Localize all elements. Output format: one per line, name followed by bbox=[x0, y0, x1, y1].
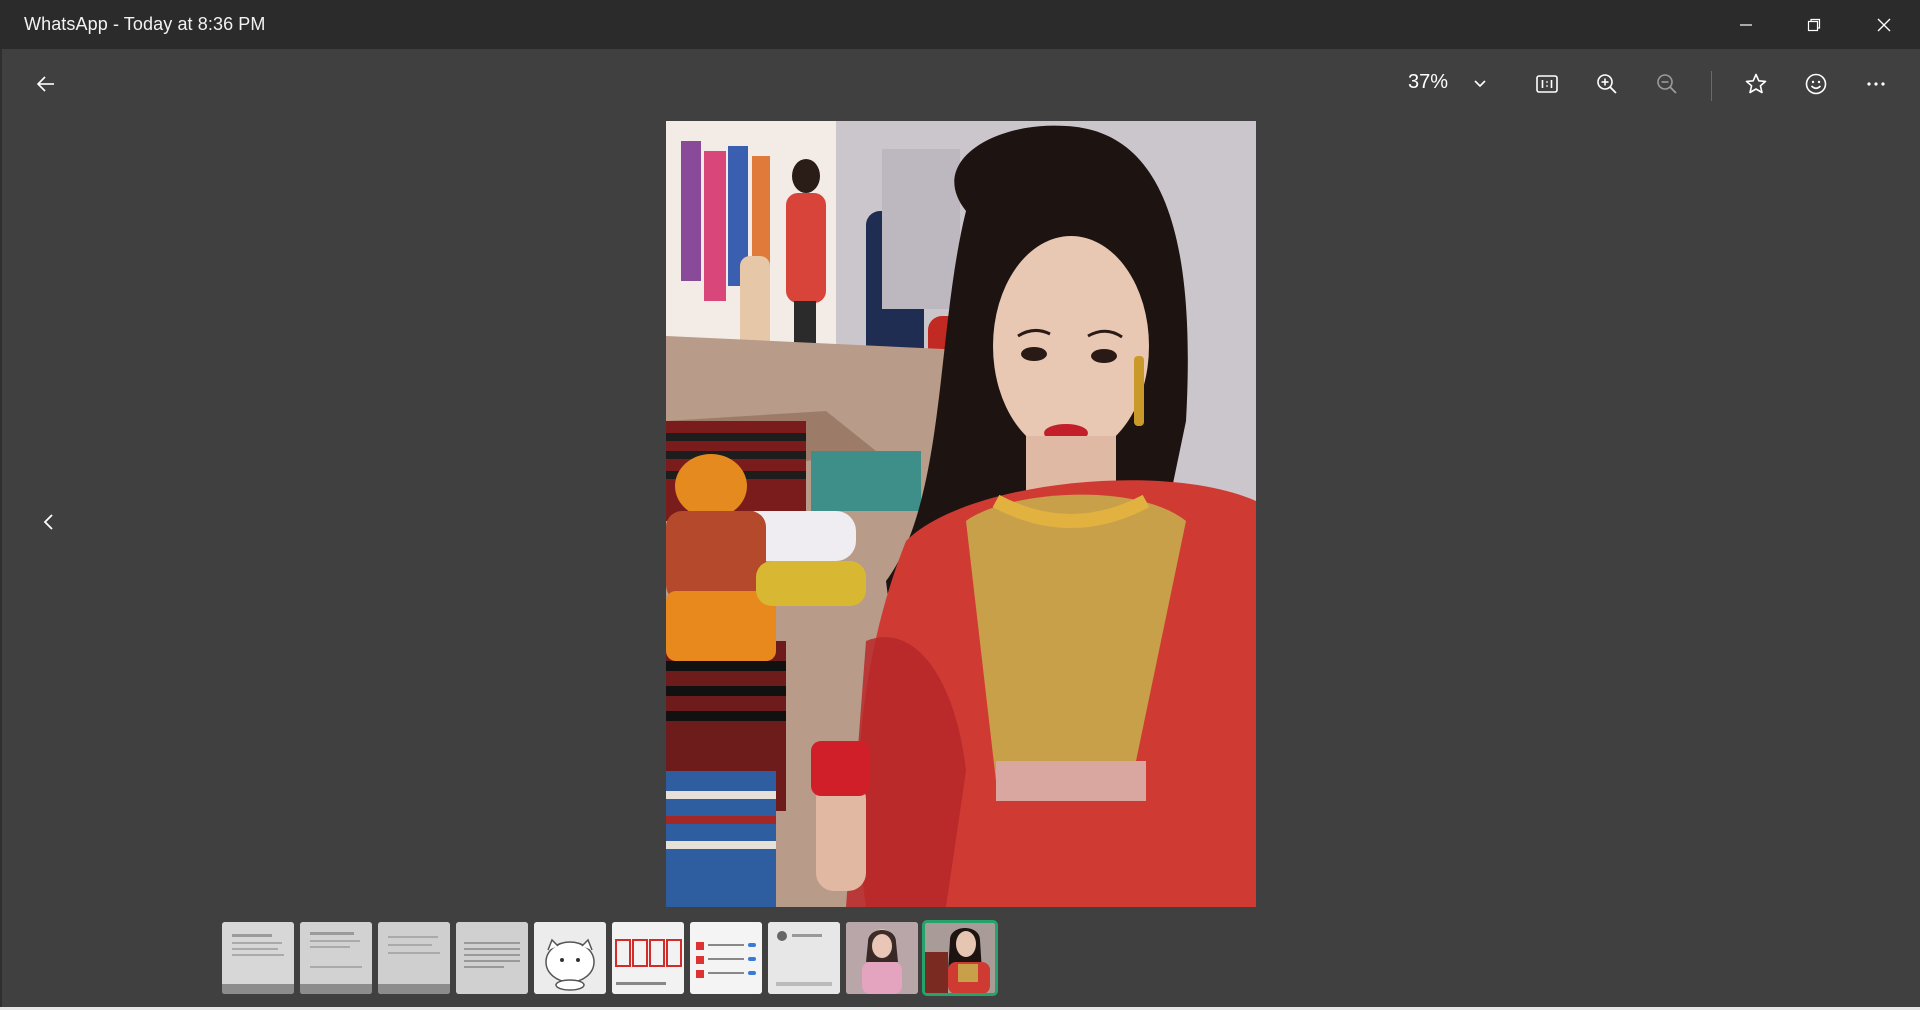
previous-image-button[interactable] bbox=[32, 505, 66, 539]
photo-thumbnail-image bbox=[846, 922, 918, 994]
zoom-in-icon bbox=[1597, 74, 1617, 94]
photo-thumbnail-image bbox=[924, 922, 996, 994]
chevron-down-icon bbox=[1474, 80, 1486, 88]
chevron-left-icon bbox=[43, 514, 53, 530]
arrow-left-icon bbox=[36, 76, 54, 92]
favorite-button[interactable] bbox=[1736, 66, 1776, 102]
filmstrip-thumbnail[interactable] bbox=[690, 922, 762, 994]
back-button[interactable] bbox=[26, 66, 66, 102]
photo-illustration bbox=[666, 121, 1256, 907]
zoom-level[interactable]: 37% bbox=[1408, 71, 1448, 94]
close-button[interactable] bbox=[1850, 0, 1918, 49]
toolbar-separator bbox=[1711, 71, 1712, 101]
actual-size-button[interactable] bbox=[1527, 66, 1567, 102]
app-screenshot-thumbnail-image bbox=[612, 922, 684, 994]
zoom-in-button[interactable] bbox=[1587, 66, 1627, 102]
minimize-button[interactable] bbox=[1712, 0, 1780, 49]
filmstrip-thumbnail[interactable] bbox=[846, 922, 918, 994]
document-thumbnail-image bbox=[378, 922, 450, 994]
app-screenshot-thumbnail-image bbox=[690, 922, 762, 994]
reaction-button[interactable] bbox=[1796, 66, 1836, 102]
document-thumbnail-image bbox=[456, 922, 528, 994]
close-icon bbox=[1877, 18, 1891, 31]
zoom-dropdown-button[interactable] bbox=[1468, 71, 1492, 95]
more-options-button[interactable] bbox=[1856, 66, 1896, 102]
filmstrip-thumbnail-selected[interactable] bbox=[922, 920, 998, 996]
main-photo bbox=[666, 121, 1256, 907]
window-title: WhatsApp - Today at 8:36 PM bbox=[24, 14, 266, 34]
filmstrip-thumbnail[interactable] bbox=[300, 922, 372, 994]
filmstrip-thumbnail[interactable] bbox=[768, 922, 840, 994]
filmstrip-thumbnail[interactable] bbox=[378, 922, 450, 994]
actual-size-icon bbox=[1536, 75, 1558, 93]
star-icon bbox=[1745, 73, 1767, 94]
ellipsis-icon bbox=[1867, 82, 1885, 86]
sticker-thumbnail-image bbox=[534, 922, 606, 994]
zoom-out-button[interactable] bbox=[1647, 66, 1687, 102]
filmstrip-thumbnail[interactable] bbox=[612, 922, 684, 994]
filmstrip-thumbnail[interactable] bbox=[222, 922, 294, 994]
zoom-out-icon bbox=[1657, 74, 1677, 94]
window-edge bbox=[0, 49, 2, 1007]
restore-button[interactable] bbox=[1780, 0, 1848, 49]
document-thumbnail-image bbox=[300, 922, 372, 994]
minimize-icon bbox=[1740, 23, 1752, 26]
title-bar: WhatsApp - Today at 8:36 PM bbox=[0, 0, 1920, 49]
smiley-icon bbox=[1805, 73, 1827, 95]
filmstrip-thumbnail[interactable] bbox=[456, 922, 528, 994]
restore-icon bbox=[1807, 18, 1821, 31]
app-screenshot-thumbnail-image bbox=[768, 922, 840, 994]
filmstrip-thumbnail[interactable] bbox=[534, 922, 606, 994]
toolbar: 37% bbox=[0, 49, 1920, 119]
document-thumbnail-image bbox=[222, 922, 294, 994]
